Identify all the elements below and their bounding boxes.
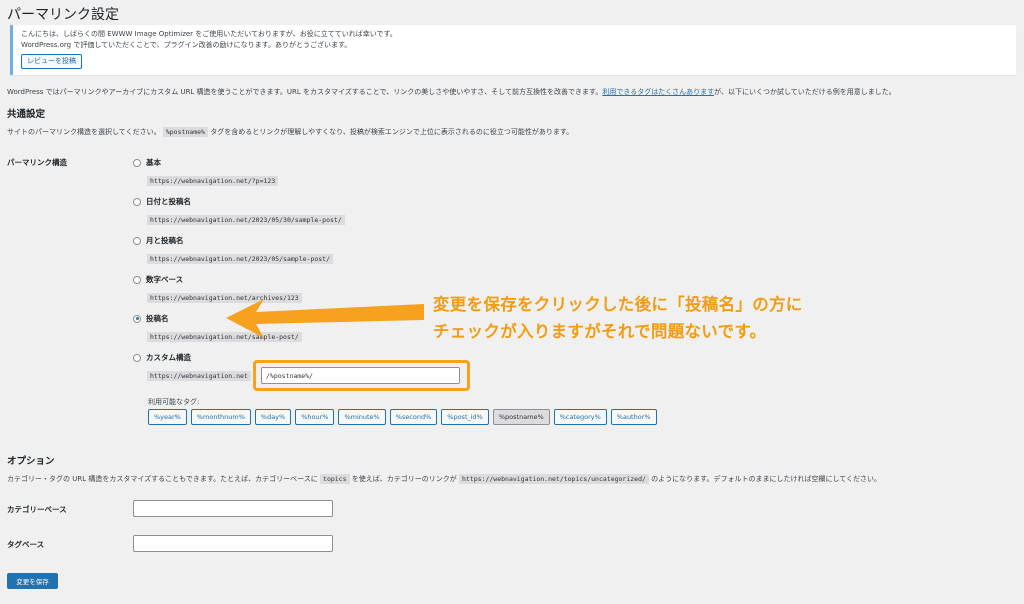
option-label: 月と投稿名 xyxy=(146,236,184,245)
callout-line-1: 変更を保存をクリックした後に「投稿名」の方に xyxy=(433,295,803,314)
tag-category-button[interactable]: %category% xyxy=(553,409,607,425)
option-url: https://webnavigation.net/2023/05/30/sam… xyxy=(147,215,345,225)
notice-line-1: こんにちは、しばらくの間 EWWW Image Optimizer をご使用いた… xyxy=(21,30,397,38)
tag-author-button[interactable]: %author% xyxy=(610,409,657,425)
intro-text-tail: が、以下にいくつか試していただける例を用意しました。 xyxy=(714,88,896,96)
highlight-annotation-box xyxy=(253,360,470,391)
tag-minute-button[interactable]: %minute% xyxy=(338,409,386,425)
option-url: https://webnavigation.net/?p=123 xyxy=(147,176,279,186)
intro-text-main: WordPress ではパーマリンクやアーカイブにカスタム URL 構造を使うこ… xyxy=(7,88,603,96)
radio-numeric[interactable] xyxy=(133,275,141,284)
category-base-label: カテゴリーベース xyxy=(7,505,67,514)
permalink-structure-label: パーマリンク構造 xyxy=(7,158,67,167)
tag-year-button[interactable]: %year% xyxy=(148,409,187,425)
option-url: https://webnavigation.net xyxy=(147,371,251,381)
option-day-name[interactable]: 日付と投稿名 https://webnavigation.net/2023/05… xyxy=(133,196,345,226)
common-settings-heading: 共通設定 xyxy=(7,109,46,120)
options-description: カテゴリー・タグの URL 構造をカスタマイズすることもできます。たとえば、カテ… xyxy=(7,474,881,484)
tag-post-id-button[interactable]: %post_id% xyxy=(441,409,489,425)
intro-text: WordPress ではパーマリンクやアーカイブにカスタム URL 構造を使うこ… xyxy=(7,87,896,97)
topics-code: topics xyxy=(320,474,350,484)
option-plain[interactable]: 基本 https://webnavigation.net/?p=123 xyxy=(133,157,279,187)
options-desc-mid: を使えば、カテゴリーのリンクが xyxy=(351,475,457,483)
notice-line-2: WordPress.org で評価していただくことで、プラグイン改善の励けになり… xyxy=(21,41,352,49)
option-label: 数字ベース xyxy=(146,275,184,284)
options-desc-post: のようになります。デフォルトのままにしたければ空欄にしてください。 xyxy=(651,475,882,483)
tag-hour-button[interactable]: %hour% xyxy=(295,409,335,425)
annotation-arrow-icon xyxy=(226,299,424,338)
topics-url-code: https://webnavigation.net/topics/uncateg… xyxy=(458,474,649,484)
option-month-name[interactable]: 月と投稿名 https://webnavigation.net/2023/05/… xyxy=(133,235,334,265)
review-notice: こんにちは、しばらくの間 EWWW Image Optimizer をご使用いた… xyxy=(10,25,1016,75)
common-desc-pre: サイトのパーマリンク構造を選択してください。 xyxy=(7,128,161,136)
radio-plain[interactable] xyxy=(133,158,141,167)
post-review-button[interactable]: レビューを投稿 xyxy=(21,54,82,69)
options-heading: オプション xyxy=(7,456,55,467)
available-tags-list: %year% %monthnum% %day% %hour% %minute% … xyxy=(148,409,657,425)
option-label: カスタム構造 xyxy=(146,353,191,362)
common-desc-post: タグを含めるとリンクが理解しやすくなり、投稿が検索エンジンで上位に表示されるのに… xyxy=(210,128,574,136)
save-changes-button[interactable]: 変更を保存 xyxy=(7,573,58,589)
common-settings-description: サイトのパーマリンク構造を選択してください。 %postname% タグを含める… xyxy=(7,127,573,137)
callout-line-2: チェックが入りますがそれで問題ないです。 xyxy=(433,322,767,341)
option-label: 基本 xyxy=(146,158,161,167)
option-url: https://webnavigation.net/2023/05/sample… xyxy=(147,254,334,264)
category-base-input[interactable] xyxy=(133,500,333,517)
available-tags-label: 利用可能なタグ: xyxy=(148,398,200,406)
tag-second-button[interactable]: %second% xyxy=(389,409,438,425)
postname-code: %postname% xyxy=(162,127,208,137)
option-custom[interactable]: カスタム構造 https://webnavigation.net xyxy=(133,352,251,382)
tag-day-button[interactable]: %day% xyxy=(254,409,292,425)
option-label: 日付と投稿名 xyxy=(146,197,191,206)
radio-post-name[interactable] xyxy=(133,314,141,323)
page-title: パーマリンク設定 xyxy=(7,7,119,23)
radio-custom[interactable] xyxy=(133,353,141,362)
radio-month-name[interactable] xyxy=(133,236,141,245)
tag-postname-button[interactable]: %postname% xyxy=(492,409,550,425)
available-tags-link[interactable]: 利用できるタグはたくさんあります xyxy=(602,88,714,96)
tag-monthnum-button[interactable]: %monthnum% xyxy=(190,409,251,425)
option-label: 投稿名 xyxy=(146,314,169,323)
tag-base-label: タグベース xyxy=(7,540,45,549)
radio-day-name[interactable] xyxy=(133,197,141,206)
tag-base-input[interactable] xyxy=(133,535,333,552)
options-desc-pre: カテゴリー・タグの URL 構造をカスタマイズすることもできます。たとえば、カテ… xyxy=(7,475,318,483)
